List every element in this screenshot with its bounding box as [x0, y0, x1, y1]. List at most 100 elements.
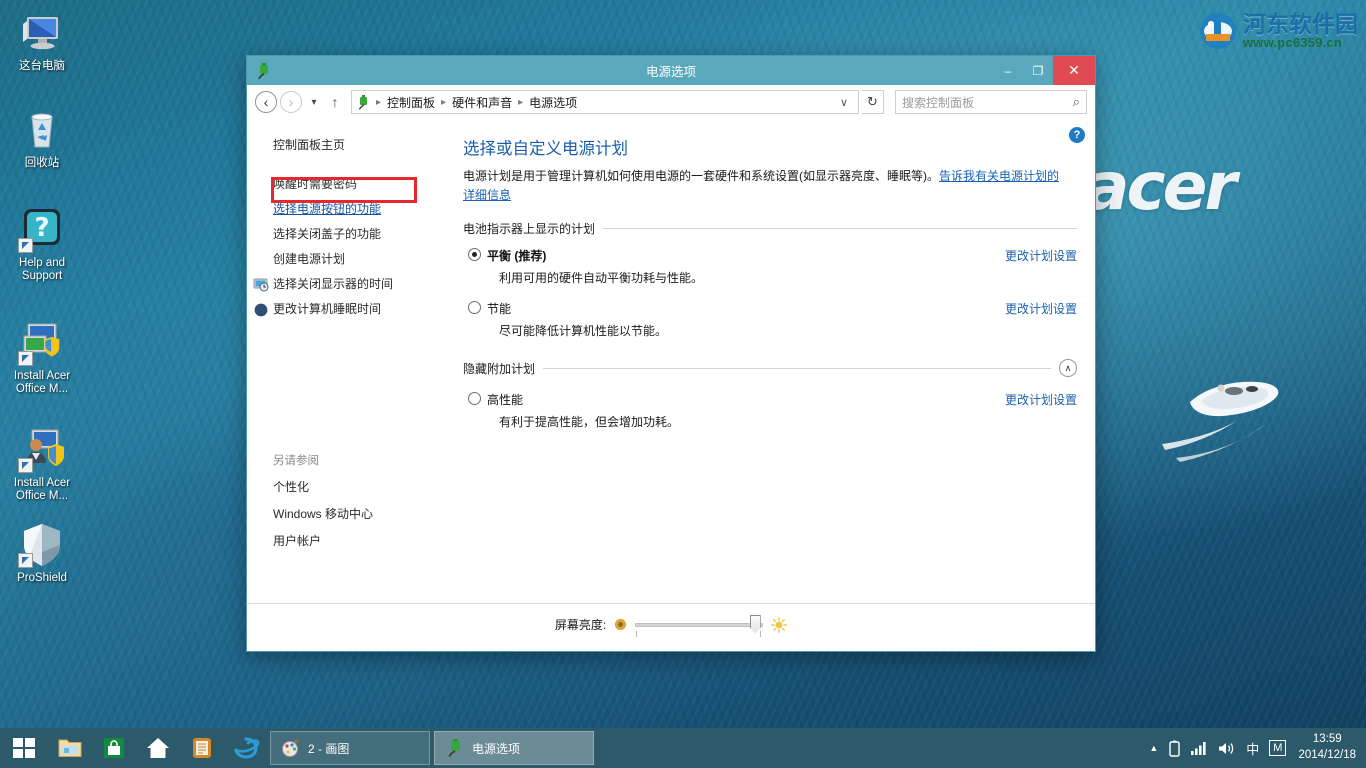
show-hidden-icons-button[interactable]: ▲ [1149, 743, 1158, 753]
watermark-url: www.pc6359.cn [1243, 36, 1358, 50]
change-plan-settings-link[interactable]: 更改计划设置 [1005, 391, 1077, 408]
forward-button[interactable]: › [280, 91, 302, 113]
ime-mode-indicator[interactable]: M [1269, 740, 1286, 756]
desktop-icon-label: Install Acer Office M... [2, 370, 82, 396]
brightness-slider[interactable] [635, 623, 763, 627]
signal-icon[interactable] [1191, 741, 1208, 756]
chevron-up-icon[interactable]: ∧ [1059, 359, 1077, 377]
main-content: ? 选择或自定义电源计划 电源计划是用于管理计算机如何使用电源的一套硬件和系统设… [455, 119, 1095, 603]
taskbar-file-explorer[interactable] [48, 728, 92, 768]
internet-explorer-icon [232, 734, 260, 762]
breadcrumb-item-hardware-sound[interactable]: 硬件和声音 [448, 93, 516, 112]
desktop-icon-proshield[interactable]: ProShield [2, 520, 82, 585]
change-plan-settings-link[interactable]: 更改计划设置 [1005, 247, 1077, 264]
sidebar-item-require-password[interactable]: 唤醒时需要密码 [247, 172, 455, 197]
see-also-item-user-accounts[interactable]: 用户帐户 [247, 528, 455, 555]
plan-description: 尽可能降低计算机性能以节能。 [487, 322, 1077, 339]
shortcut-overlay-icon [18, 351, 33, 366]
sun-icon [771, 617, 787, 633]
wallpaper-acer-logo: acer [1085, 148, 1234, 225]
taskbar-clock[interactable]: 13:59 2014/12/18 [1298, 732, 1356, 763]
desktop-icon-help-and-support[interactable]: ? Help and Support [2, 205, 82, 283]
up-button[interactable]: ↑ [326, 91, 344, 113]
close-button[interactable]: ✕ [1053, 56, 1095, 85]
see-also-item-personalization[interactable]: 个性化 [247, 474, 455, 501]
taskbar-home[interactable] [136, 728, 180, 768]
battery-icon[interactable] [1168, 740, 1181, 757]
sidebar-item-control-panel-home[interactable]: 控制面板主页 [247, 133, 455, 158]
taskbar-task-label: 电源选项 [472, 740, 520, 757]
sidebar-item-choose-power-button[interactable]: 选择电源按钮的功能 [247, 197, 455, 222]
ime-language-indicator[interactable]: 中 [1246, 739, 1259, 758]
desktop-icon-label: 回收站 [25, 157, 60, 170]
brightness-slider-tick [636, 631, 637, 637]
minimize-button[interactable]: – [993, 56, 1023, 85]
page-description-text: 电源计划是用于管理计算机如何使用电源的一套硬件和系统设置(如显示器亮度、睡眠等)… [463, 169, 939, 183]
search-box[interactable]: 搜索控制面板 ⌕ [895, 90, 1087, 114]
taskbar-task-power-options[interactable]: 电源选项 [434, 731, 594, 765]
sidebar-item-choose-lid-close[interactable]: 选择关闭盖子的功能 [247, 222, 455, 247]
power-options-window: 电源选项 – ❐ ✕ ‹ › ▾ ↑ ▸ 控制面板 ▸ 硬件和声音 [246, 55, 1096, 652]
ime-mode-label: M [1269, 740, 1286, 756]
see-also-item-windows-mobility-center[interactable]: Windows 移动中心 [247, 501, 455, 528]
help-support-icon: ? [18, 205, 66, 253]
plan-description: 有利于提高性能，但会增加功耗。 [487, 413, 1077, 430]
speaker-icon[interactable] [1218, 741, 1236, 756]
plan-name: 高性能 [487, 391, 523, 408]
maximize-button[interactable]: ❐ [1023, 56, 1053, 85]
brightness-slider-thumb[interactable] [750, 615, 761, 634]
search-input[interactable]: 搜索控制面板 [902, 94, 1073, 111]
sidebar-item-change-sleep-time[interactable]: 更改计算机睡眠时间 [247, 297, 455, 322]
desktop-icon-recycle-bin[interactable]: 回收站 [2, 105, 82, 170]
window-titlebar[interactable]: 电源选项 – ❐ ✕ [247, 56, 1095, 85]
section-header: 电池指示器上显示的计划 [463, 220, 1077, 237]
sidebar: 控制面板主页 唤醒时需要密码 选择电源按钮的功能 选择关闭盖子的功能 创建电源计… [247, 119, 455, 603]
sidebar-item-turn-off-display[interactable]: 选择关闭显示器的时间 [247, 272, 455, 297]
back-button[interactable]: ‹ [255, 91, 277, 113]
power-options-icon [255, 62, 273, 80]
help-icon[interactable]: ? [1069, 127, 1085, 143]
start-button[interactable] [0, 728, 48, 768]
taskbar-internet-explorer[interactable] [224, 728, 268, 768]
breadcrumb[interactable]: ▸ 控制面板 ▸ 硬件和声音 ▸ 电源选项 ∨ [351, 90, 859, 114]
desktop-icon-install-acer-office-1[interactable]: Install Acer Office M... [2, 318, 82, 396]
breadcrumb-item-power-options[interactable]: 电源选项 [525, 93, 581, 112]
plan-balanced[interactable]: 平衡 (推荐) 更改计划设置 利用可用的硬件自动平衡功耗与性能。 [463, 247, 1077, 286]
recent-locations-dropdown-icon[interactable]: ▾ [305, 91, 323, 113]
plan-radio[interactable] [468, 301, 481, 314]
proshield-shield-icon [18, 520, 66, 568]
refresh-button[interactable]: ↻ [862, 90, 884, 114]
desktop-icon-this-pc[interactable]: 这台电脑 [2, 8, 82, 73]
sidebar-item-create-power-plan[interactable]: 创建电源计划 [247, 247, 455, 272]
power-options-icon [445, 738, 465, 758]
window-footer: 屏幕亮度: [247, 603, 1095, 651]
page-title: 选择或自定义电源计划 [463, 135, 1077, 159]
breadcrumb-item-control-panel[interactable]: 控制面板 [383, 93, 439, 112]
breadcrumb-separator: ▸ [376, 97, 381, 108]
taskbar-notepad[interactable] [180, 728, 224, 768]
desktop-icon-label: 这台电脑 [19, 60, 65, 73]
clock-time: 13:59 [1313, 732, 1342, 748]
section-label: 电池指示器上显示的计划 [463, 220, 595, 237]
breadcrumb-dropdown-icon[interactable]: ∨ [834, 96, 854, 109]
plan-radio[interactable] [468, 392, 481, 405]
acer-office-manager-icon [18, 318, 66, 366]
watermark-title: 河东软件园 [1243, 12, 1358, 36]
sidebar-item-label: 选择关闭显示器的时间 [273, 277, 393, 291]
speedboat-illustration [1160, 358, 1350, 468]
plan-power-saver[interactable]: 节能 更改计划设置 尽可能降低计算机性能以节能。 [463, 300, 1077, 339]
desktop-icon-install-acer-office-2[interactable]: Install Acer Office M... [2, 425, 82, 503]
home-icon [145, 735, 171, 761]
shortcut-overlay-icon [18, 553, 33, 568]
taskbar-store[interactable] [92, 728, 136, 768]
desktop: acer 河东软件园 www.pc6359.cn 这台电脑 [0, 0, 1366, 768]
monitor-clock-icon [253, 277, 269, 293]
desktop-icon-label: Install Acer Office M... [2, 477, 82, 503]
plan-high-performance[interactable]: 高性能 更改计划设置 有利于提高性能，但会增加功耗。 [463, 391, 1077, 430]
change-plan-settings-link[interactable]: 更改计划设置 [1005, 300, 1077, 317]
file-explorer-icon [57, 735, 83, 761]
plan-radio[interactable] [468, 248, 481, 261]
sleep-moon-icon [253, 302, 269, 318]
site-watermark: 河东软件园 www.pc6359.cn [1199, 12, 1358, 50]
taskbar-task-paint[interactable]: 2 - 画图 [270, 731, 430, 765]
